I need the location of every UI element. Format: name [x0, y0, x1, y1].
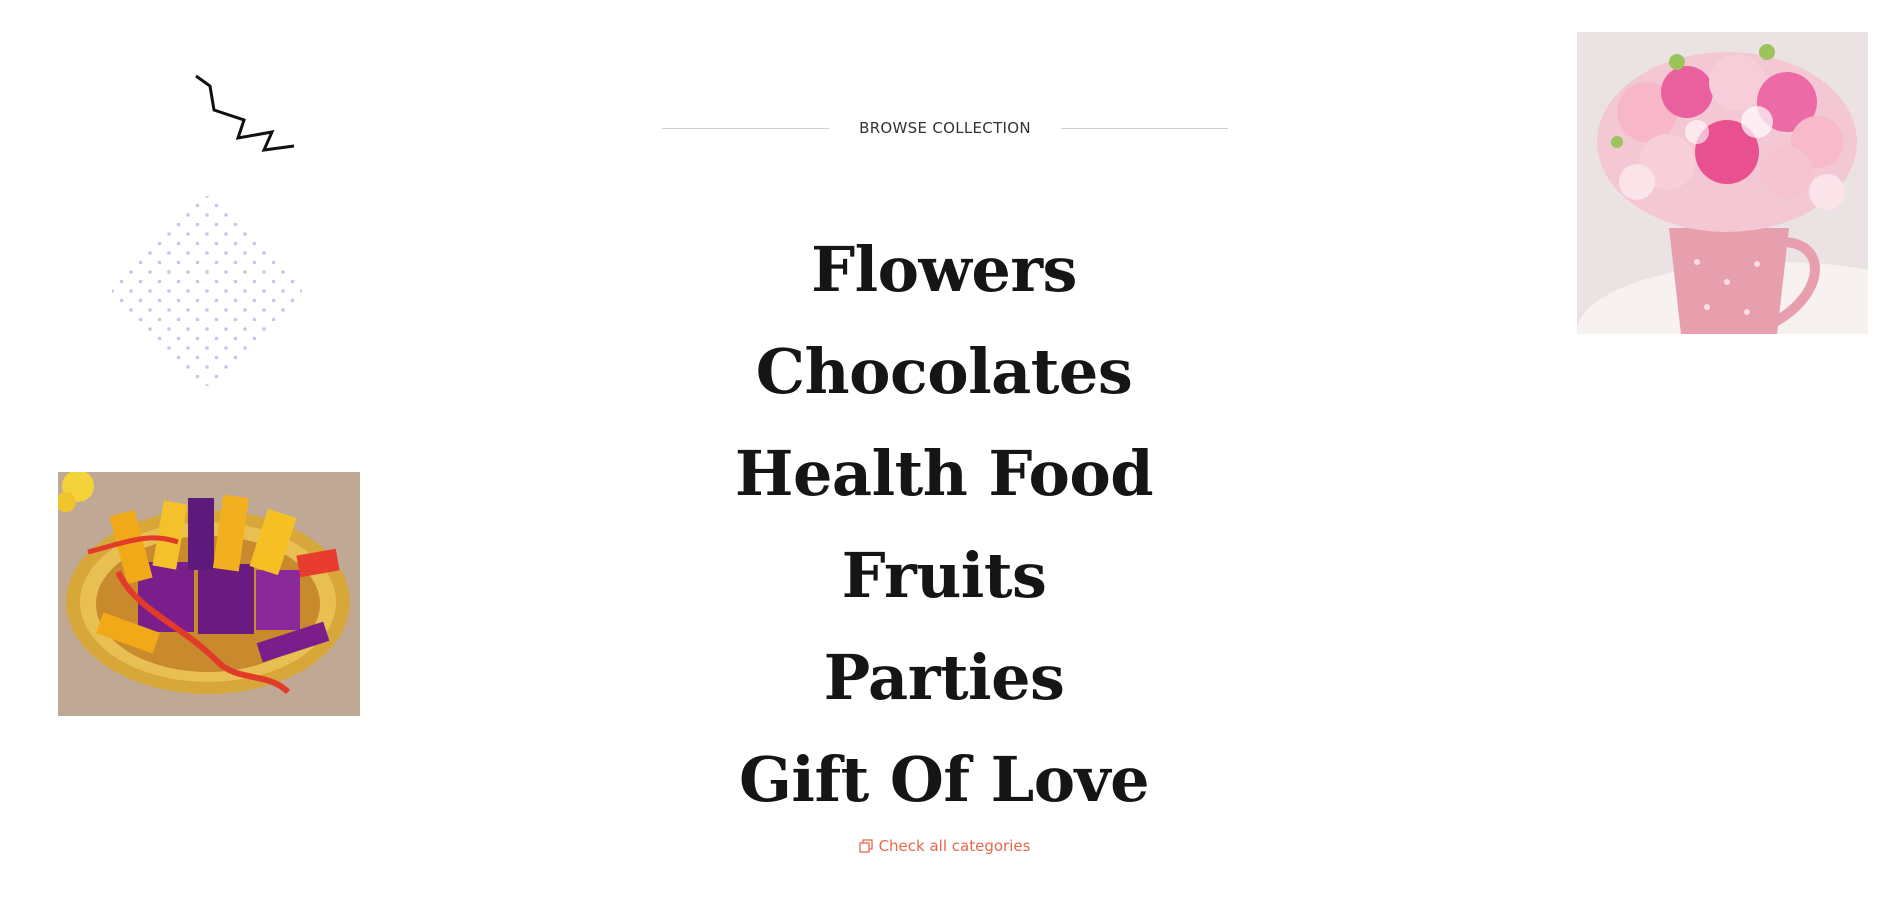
- check-all-label: Check all categories: [878, 837, 1031, 855]
- category-link-flowers[interactable]: Flowers: [811, 233, 1077, 306]
- category-link-chocolates[interactable]: Chocolates: [756, 335, 1133, 408]
- category-item: Flowers: [594, 218, 1294, 320]
- eyebrow-rule-left: [662, 127, 830, 129]
- category-link-health-food[interactable]: Health Food: [735, 437, 1154, 510]
- copy-icon: [858, 839, 873, 853]
- category-item: Gift Of Love: [594, 728, 1294, 830]
- category-item: Health Food: [594, 422, 1294, 524]
- category-item: Parties: [594, 626, 1294, 728]
- category-item: Chocolates: [594, 320, 1294, 422]
- eyebrow-label: BROWSE COLLECTION: [859, 119, 1031, 137]
- category-item: Fruits: [594, 524, 1294, 626]
- category-link-fruits[interactable]: Fruits: [842, 539, 1047, 612]
- check-all-categories-link[interactable]: Check all categories: [0, 834, 1889, 858]
- browse-collection-section: BROWSE COLLECTION Flowers Chocolates Hea…: [0, 0, 1889, 900]
- eyebrow-rule-right: [1060, 127, 1228, 129]
- category-link-parties[interactable]: Parties: [824, 641, 1065, 714]
- check-all-content: Check all categories: [858, 837, 1031, 855]
- section-eyebrow: BROWSE COLLECTION: [662, 116, 1228, 140]
- category-list: Flowers Chocolates Health Food Fruits Pa…: [594, 218, 1294, 830]
- category-link-gift-of-love[interactable]: Gift Of Love: [739, 743, 1150, 816]
